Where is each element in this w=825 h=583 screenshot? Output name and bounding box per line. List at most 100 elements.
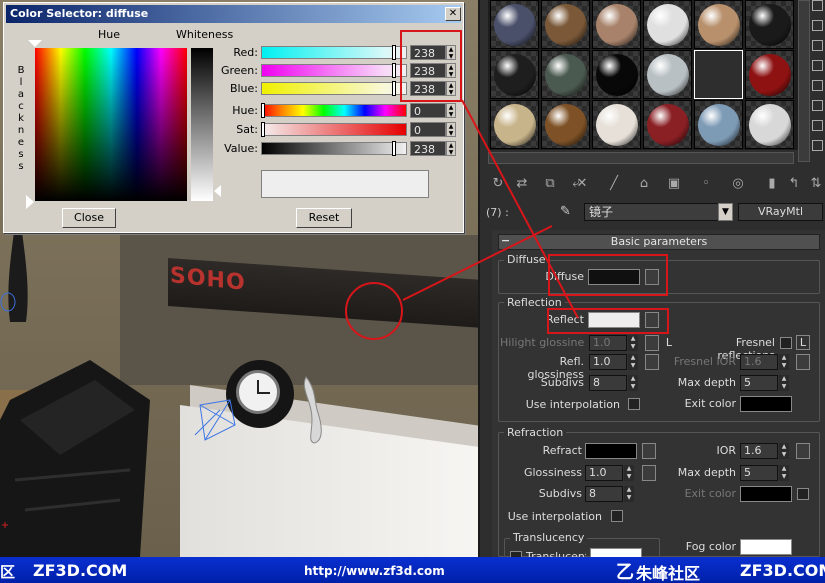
refr-exit-color-checkbox[interactable]: [797, 488, 809, 500]
material-slot[interactable]: [592, 0, 641, 49]
slots-vertical-scrollbar[interactable]: [798, 0, 810, 162]
refr-max-depth-spinner[interactable]: 5: [740, 465, 778, 481]
side-tool-icon[interactable]: [812, 140, 823, 151]
show-map-icon[interactable]: ◎: [728, 174, 748, 194]
spinner-arrows-icon[interactable]: ▲ ▼: [624, 465, 634, 481]
slots-horizontal-scrollbar[interactable]: [488, 152, 794, 164]
fresnel-lock[interactable]: L: [796, 335, 810, 350]
green-slider[interactable]: [261, 64, 407, 77]
footer-url[interactable]: http://www.zf3d.com: [304, 564, 445, 578]
material-slot[interactable]: [745, 50, 794, 99]
spinner-arrows-icon[interactable]: ▲ ▼: [628, 354, 638, 370]
hilight-glossiness-spinner[interactable]: 1.0: [589, 335, 627, 351]
put-to-scene-icon[interactable]: ⇄: [512, 174, 532, 194]
fresnel-reflections-checkbox[interactable]: [780, 337, 792, 349]
refract-color-swatch[interactable]: [585, 443, 637, 459]
dialog-title[interactable]: Color Selector: diffuse: [6, 5, 461, 23]
refl-exit-color-swatch[interactable]: [740, 396, 792, 412]
material-slot[interactable]: [592, 50, 641, 99]
reset-button[interactable]: Reset: [296, 208, 352, 228]
spinner-arrows-icon[interactable]: ▲ ▼: [779, 375, 789, 391]
spinner-arrows-icon[interactable]: ▲ ▼: [446, 103, 456, 118]
assign-material-icon[interactable]: ⧉: [540, 174, 560, 194]
refl-max-depth-spinner[interactable]: 5: [740, 375, 778, 391]
spinner-arrows-icon[interactable]: ▲ ▼: [624, 486, 634, 502]
refl-use-interpolation-checkbox[interactable]: [628, 398, 640, 410]
sat-spinner[interactable]: 0: [410, 122, 446, 137]
close-button[interactable]: Close: [62, 208, 116, 228]
go-forward-sibling-icon[interactable]: ⇅: [806, 174, 825, 194]
fresnel-ior-map-button[interactable]: [796, 354, 810, 370]
sat-slider-thumb[interactable]: [261, 122, 265, 137]
blackness-marker-icon[interactable]: [26, 195, 34, 209]
material-slot[interactable]: [541, 50, 590, 99]
close-icon[interactable]: ✕: [445, 7, 461, 21]
side-tool-icon[interactable]: [812, 100, 823, 111]
material-slot[interactable]: [541, 100, 590, 149]
material-slot[interactable]: [643, 100, 692, 149]
hue-marker-icon[interactable]: [28, 40, 42, 47]
blue-slider[interactable]: [261, 82, 407, 95]
ior-spinner[interactable]: 1.6: [740, 443, 778, 459]
material-slot[interactable]: [694, 50, 743, 99]
material-slot[interactable]: [745, 100, 794, 149]
chevron-down-icon[interactable]: ▼: [718, 203, 733, 221]
make-unique-icon[interactable]: ╱: [604, 174, 624, 194]
whiteness-marker-icon[interactable]: [214, 185, 221, 197]
whiteness-bar[interactable]: [191, 48, 213, 201]
material-slot[interactable]: [694, 100, 743, 149]
delete-icon[interactable]: ✕: [572, 174, 592, 194]
red-slider[interactable]: [261, 46, 407, 59]
rollout-header[interactable]: Basic parameters: [498, 234, 820, 250]
refract-map-button[interactable]: [642, 443, 656, 459]
hue-spinner[interactable]: 0: [410, 103, 446, 118]
green-slider-thumb[interactable]: [392, 63, 396, 78]
spinner-arrows-icon[interactable]: ▲ ▼: [446, 122, 456, 137]
refr-gloss-map-button[interactable]: [642, 465, 656, 481]
spinner-arrows-icon[interactable]: ▲ ▼: [779, 465, 789, 481]
hue-slider-thumb[interactable]: [261, 103, 265, 118]
material-type-button[interactable]: VRayMtl: [738, 203, 823, 221]
show-end-result-icon[interactable]: ▮: [762, 174, 782, 194]
side-tool-icon[interactable]: [812, 0, 823, 11]
refl-subdivs-spinner[interactable]: 8: [589, 375, 627, 391]
material-slot[interactable]: [643, 50, 692, 99]
red-slider-thumb[interactable]: [392, 45, 396, 60]
hue-slider[interactable]: [261, 104, 407, 117]
refr-exit-color-swatch[interactable]: [740, 486, 792, 502]
hilight-lock[interactable]: L: [662, 336, 672, 349]
spinner-arrows-icon[interactable]: ▲ ▼: [779, 443, 789, 459]
go-to-parent-icon[interactable]: ↰: [784, 174, 804, 194]
value-spinner[interactable]: 238: [410, 141, 446, 156]
sat-slider[interactable]: [261, 123, 407, 136]
refl-glossiness-spinner[interactable]: 1.0: [589, 354, 627, 370]
spinner-arrows-icon[interactable]: ▲ ▼: [628, 335, 638, 351]
side-tool-icon[interactable]: [812, 80, 823, 91]
get-material-icon[interactable]: ↻: [488, 174, 508, 194]
value-slider-thumb[interactable]: [392, 141, 396, 156]
spinner-arrows-icon[interactable]: ▲ ▼: [779, 354, 789, 370]
put-to-library-icon[interactable]: ⌂: [634, 174, 654, 194]
translucent-color-swatch[interactable]: [590, 548, 642, 557]
ior-map-button[interactable]: [796, 443, 810, 459]
refr-subdivs-spinner[interactable]: 8: [585, 486, 623, 502]
refl-gloss-map-button[interactable]: [645, 354, 659, 370]
side-tool-icon[interactable]: [812, 120, 823, 131]
hue-blackness-picker[interactable]: [35, 48, 187, 201]
material-slot[interactable]: [490, 50, 539, 99]
material-slot[interactable]: [490, 0, 539, 49]
refr-glossiness-spinner[interactable]: 1.0: [585, 465, 623, 481]
material-slot[interactable]: [490, 100, 539, 149]
side-tool-icon[interactable]: [812, 60, 823, 71]
collapse-icon[interactable]: −: [501, 234, 510, 247]
hilight-map-button[interactable]: [645, 335, 659, 351]
eyedropper-icon[interactable]: ✎: [560, 204, 571, 219]
effects-channel-icon[interactable]: ◦: [696, 174, 716, 194]
value-slider[interactable]: [261, 142, 407, 155]
material-slot[interactable]: [694, 0, 743, 49]
material-slot[interactable]: [745, 0, 794, 49]
material-slot[interactable]: [643, 0, 692, 49]
fresnel-ior-spinner[interactable]: 1.6: [740, 354, 778, 370]
spinner-arrows-icon[interactable]: ▲ ▼: [446, 141, 456, 156]
blue-slider-thumb[interactable]: [392, 81, 396, 96]
